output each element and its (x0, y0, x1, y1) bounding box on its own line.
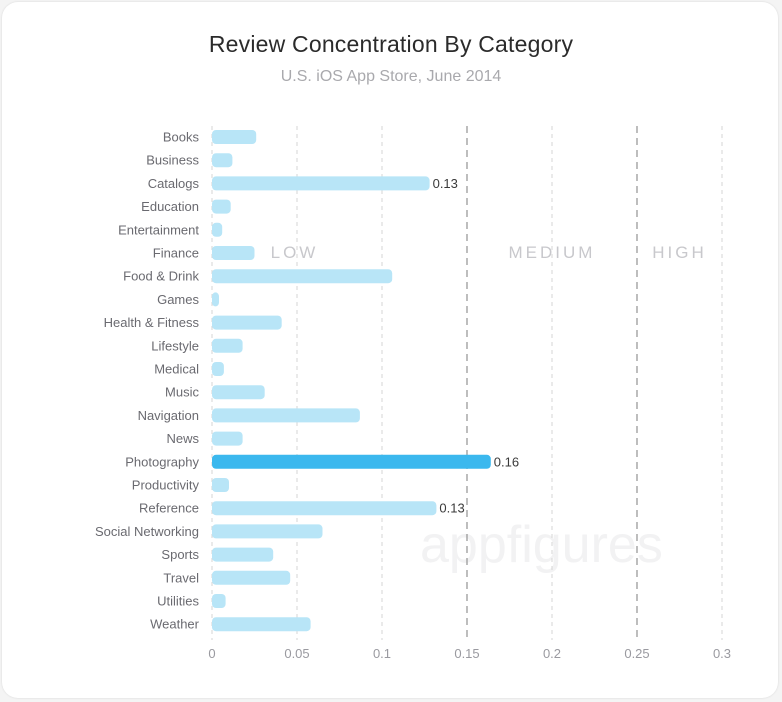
bar-sports (212, 547, 274, 562)
bar-entertainment (212, 222, 223, 237)
bar-medical (212, 362, 224, 376)
data-label: 0.13 (433, 176, 458, 191)
category-label: Productivity (132, 478, 200, 493)
x-tick-label: 0.25 (624, 646, 649, 661)
category-label: Reference (139, 501, 199, 516)
zone-label-high: HIGH (652, 243, 707, 262)
bar-business (212, 153, 233, 168)
zone-label-low: LOW (271, 243, 319, 262)
bar-social-networking (212, 524, 323, 539)
bar-weather (212, 617, 311, 632)
category-label: Books (163, 130, 200, 145)
category-label: Entertainment (118, 222, 199, 237)
category-label: Travel (163, 570, 199, 585)
bar-lifestyle (212, 338, 243, 353)
category-label: Social Networking (95, 524, 199, 539)
category-label: Education (141, 199, 199, 214)
zone-label-medium: MEDIUM (509, 243, 596, 262)
bar-utilities (212, 594, 226, 608)
category-label: Business (146, 153, 199, 168)
bar-reference (212, 501, 437, 516)
category-label: Food & Drink (123, 269, 199, 284)
bar-music (212, 385, 265, 400)
category-label: News (166, 431, 199, 446)
category-label: Health & Fitness (104, 315, 200, 330)
category-label: Weather (150, 617, 200, 632)
bar-catalogs (212, 176, 430, 191)
category-label: Catalogs (148, 176, 200, 191)
data-label: 0.13 (439, 501, 464, 516)
x-tick-label: 0.15 (454, 646, 479, 661)
x-tick-label: 0 (208, 646, 215, 661)
bar-photography (212, 454, 491, 469)
category-label: Photography (125, 454, 199, 469)
category-label: Navigation (138, 408, 199, 423)
category-label: Lifestyle (151, 338, 199, 353)
bar-productivity (212, 478, 229, 492)
x-tick-label: 0.1 (373, 646, 391, 661)
category-label: Medical (154, 362, 199, 377)
bar-games (212, 292, 219, 307)
x-tick-label: 0.05 (284, 646, 309, 661)
category-label: Games (157, 292, 199, 307)
bar-chart: appfigures LOW MEDIUM HIGH Books Business Ca… (95, 126, 731, 661)
bar-travel (212, 570, 291, 585)
bar-finance (212, 246, 255, 260)
bar-food-drink (212, 269, 393, 284)
bar-education (212, 199, 231, 214)
category-label: Sports (161, 547, 199, 562)
data-label: 0.16 (494, 454, 519, 469)
category-label: Finance (153, 246, 199, 261)
bar-navigation (212, 408, 360, 423)
x-tick-label: 0.2 (543, 646, 561, 661)
category-label: Utilities (157, 594, 199, 609)
bar-health-fitness (212, 315, 282, 330)
bar-news (212, 431, 243, 446)
watermark-logo: appfigures (420, 516, 663, 574)
category-label: Music (165, 385, 199, 400)
x-tick-label: 0.3 (713, 646, 731, 661)
bar-books (212, 130, 257, 144)
